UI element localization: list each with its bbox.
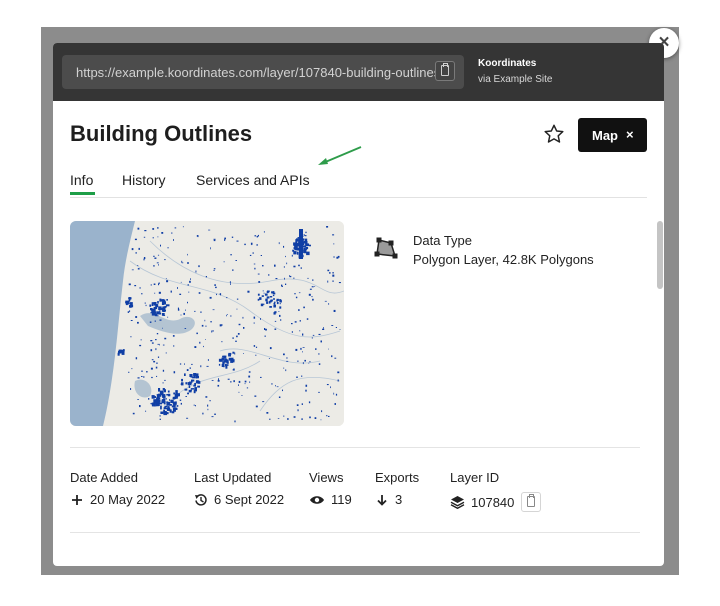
share-url-text: https://example.koordinates.com/layer/10… xyxy=(76,65,444,80)
tab-history[interactable]: History xyxy=(122,172,166,188)
date-added-label: Date Added xyxy=(70,470,138,485)
active-tab-indicator xyxy=(70,192,95,195)
date-added-value: 20 May 2022 xyxy=(90,492,166,507)
polygon-icon xyxy=(374,237,398,259)
share-url-field[interactable]: https://example.koordinates.com/layer/10… xyxy=(62,55,464,89)
stat-layer-id: Layer ID 107840 xyxy=(450,470,542,512)
clipboard-icon xyxy=(441,63,449,76)
data-type-value: Polygon Layer, 42.8K Polygons xyxy=(413,252,594,267)
history-icon xyxy=(195,493,207,506)
clipboard-icon xyxy=(527,494,536,507)
site-via: via Example Site xyxy=(478,74,553,85)
last-updated-value: 6 Sept 2022 xyxy=(214,492,285,507)
last-updated-label: Last Updated xyxy=(194,470,272,485)
copy-layer-id-button[interactable] xyxy=(521,492,542,512)
stat-exports: Exports 3 xyxy=(375,470,419,507)
eye-icon xyxy=(310,495,324,504)
stat-last-updated: Last Updated 6 Sept 2022 xyxy=(194,470,284,507)
exports-value: 3 xyxy=(395,492,403,507)
exports-label: Exports xyxy=(375,470,420,485)
star-icon[interactable] xyxy=(543,123,565,145)
views-value: 119 xyxy=(331,492,352,507)
tab-bar: Info History Services and APIs xyxy=(70,172,647,198)
layer-title: Building Outlines xyxy=(70,121,253,146)
plus-icon xyxy=(72,494,82,505)
copy-url-button[interactable] xyxy=(435,61,455,81)
map-button-label: Map xyxy=(592,128,618,143)
divider xyxy=(70,447,640,448)
layer-id-value: 107840 xyxy=(471,494,515,510)
data-type-label: Data Type xyxy=(413,233,473,248)
map-button[interactable]: Map × xyxy=(578,118,647,152)
site-name: Koordinates xyxy=(478,58,537,69)
views-label: Views xyxy=(309,470,344,485)
map-preview-image xyxy=(70,221,344,426)
layers-icon xyxy=(450,496,465,509)
scrollbar-thumb[interactable] xyxy=(657,221,663,289)
tab-info[interactable]: Info xyxy=(70,172,93,188)
layer-modal: https://example.koordinates.com/layer/10… xyxy=(53,43,664,566)
url-bar: https://example.koordinates.com/layer/10… xyxy=(53,43,664,101)
close-icon: × xyxy=(626,127,634,142)
stat-date-added: Date Added 20 May 2022 xyxy=(70,470,165,507)
map-preview[interactable] xyxy=(70,221,344,426)
tab-services-and-apis[interactable]: Services and APIs xyxy=(196,172,310,188)
layer-id-label: Layer ID xyxy=(450,470,500,485)
divider xyxy=(70,532,640,533)
arrow-annotation-icon xyxy=(318,146,362,165)
arrow-down-icon xyxy=(377,494,387,506)
stat-views: Views 119 xyxy=(309,470,352,507)
